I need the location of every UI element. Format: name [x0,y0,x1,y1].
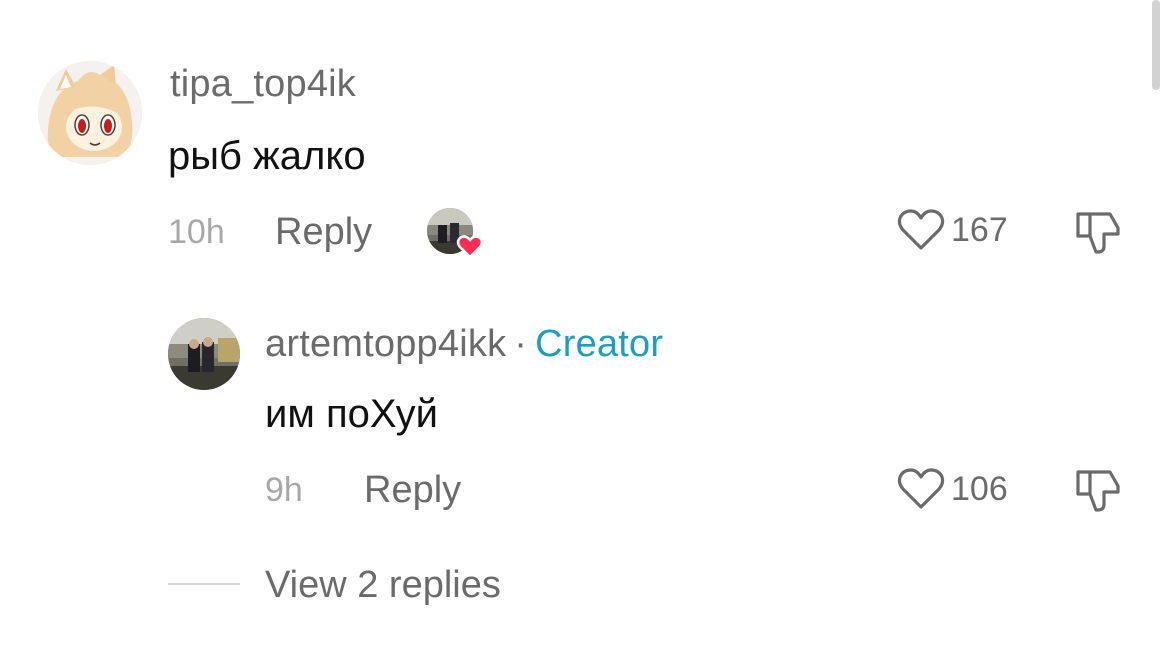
avatar[interactable] [38,61,142,165]
thumbs-down-icon [1076,470,1120,512]
heart-outline-icon [897,209,945,250]
reply-text: им поХуй [265,392,439,436]
view-replies-button[interactable]: View 2 replies [265,564,501,607]
creator-avatar-thumbnail [427,208,484,259]
dislike-button[interactable] [1074,208,1122,261]
reply-button[interactable]: Reply [275,211,372,254]
reply-dislike-button[interactable] [1074,466,1122,519]
replies-divider [168,583,240,585]
scrollbar[interactable] [1152,0,1160,90]
reply-button[interactable]: Reply [364,469,461,512]
comments-panel: tipa_top4ik рыб жалко 10h Reply 167 arte… [0,0,1170,665]
reply-timestamp: 9h [265,471,303,509]
comment-username[interactable]: tipa_top4ik [170,63,356,106]
separator-dot: · [514,323,528,365]
reply-username-row: artemtopp4ikk · Creator [265,323,663,366]
comment-text: рыб жалко [168,134,366,178]
like-button[interactable]: 167 [897,208,1008,252]
reply-username[interactable]: artemtopp4ikk [265,323,506,365]
reply-like-button[interactable]: 106 [897,467,1008,511]
heart-outline-icon [897,468,945,509]
thumbs-down-icon [1076,212,1120,254]
reply-avatar[interactable] [168,318,240,390]
heart-icon [456,235,484,259]
like-count: 167 [951,210,1008,249]
creator-liked-badge [426,205,486,261]
comment-timestamp: 10h [168,213,225,251]
anime-avatar-image [38,61,142,165]
reply-like-count: 106 [951,469,1008,508]
photo-avatar-image [168,318,240,390]
creator-badge: Creator [535,323,664,365]
